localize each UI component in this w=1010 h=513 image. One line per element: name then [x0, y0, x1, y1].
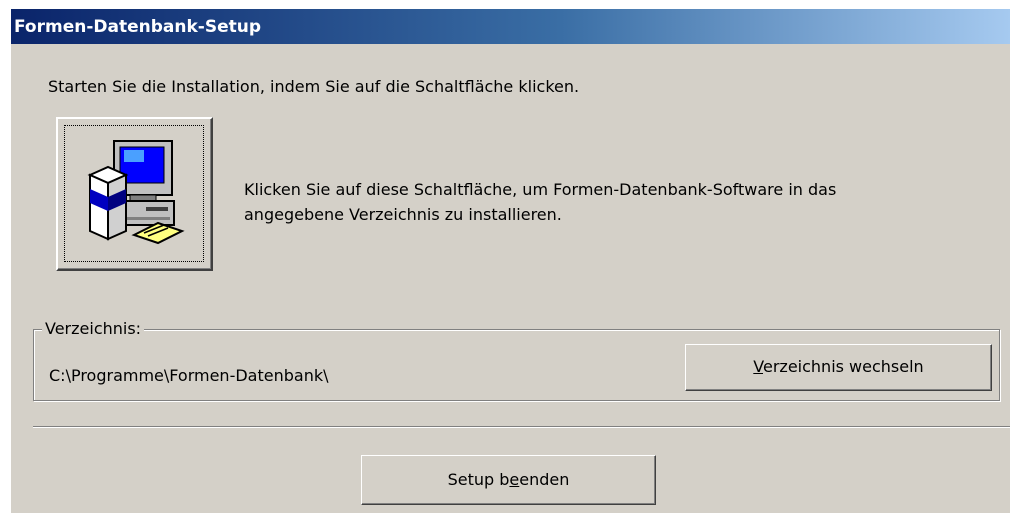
- directory-path: C:\Programme\Formen-Datenbank\: [49, 366, 329, 385]
- change-directory-label: erzeichnis wechseln: [763, 357, 924, 376]
- exit-setup-label-start: Setup b: [447, 470, 510, 489]
- exit-setup-button[interactable]: Setup beenden: [361, 455, 656, 505]
- install-description: Klicken Sie auf diese Schaltfläche, um F…: [244, 177, 836, 227]
- directory-legend: Verzeichnis:: [42, 319, 145, 338]
- change-directory-button[interactable]: Verzeichnis wechseln: [685, 344, 992, 391]
- title-bar[interactable]: Formen-Datenbank-Setup: [11, 9, 1010, 44]
- instruction-text: Starten Sie die Installation, indem Sie …: [48, 77, 580, 96]
- setup-computer-icon: [87, 140, 185, 245]
- exit-setup-label-end: enden: [519, 470, 570, 489]
- setup-window: Formen-Datenbank-Setup Starten Sie die I…: [10, 9, 1010, 513]
- install-button[interactable]: [56, 117, 213, 271]
- separator: [33, 426, 1010, 428]
- exit-setup-mnemonic: e: [509, 470, 520, 489]
- change-directory-mnemonic: V: [753, 357, 763, 376]
- window-title: Formen-Datenbank-Setup: [14, 17, 262, 37]
- description-line-2: angegebene Verzeichnis zu installieren.: [244, 205, 562, 224]
- description-line-1: Klicken Sie auf diese Schaltfläche, um F…: [244, 180, 837, 199]
